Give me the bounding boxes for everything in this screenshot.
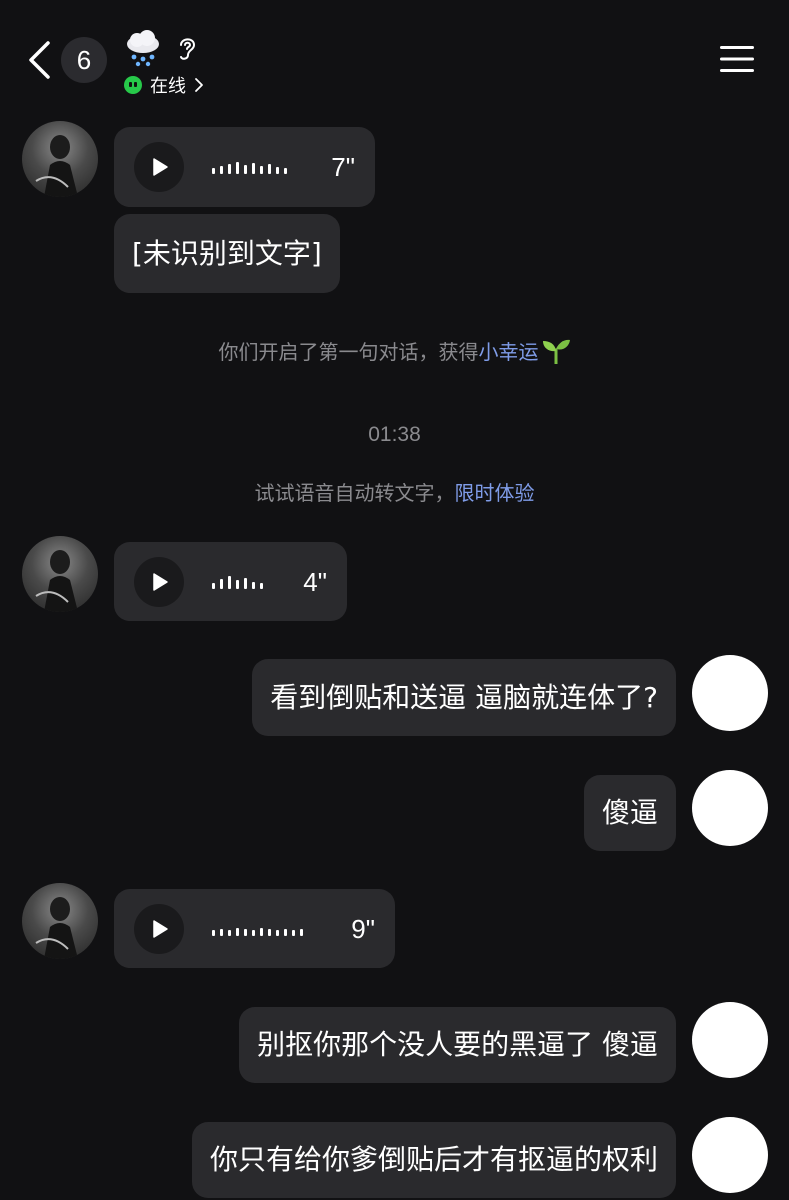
avatar-photo <box>35 550 78 612</box>
voice-waveform <box>212 160 292 174</box>
message-text: 傻逼 <box>601 796 658 829</box>
play-icon <box>153 158 168 176</box>
contact-avatar[interactable] <box>22 121 98 197</box>
voice-message[interactable]: 9" <box>114 889 395 968</box>
weather-snow-cloud-icon <box>127 30 159 67</box>
avatar-photo <box>35 135 78 197</box>
message-text: [未识别到文字] <box>132 236 322 270</box>
message-bubble[interactable]: [未识别到文字] <box>114 214 340 293</box>
ear-icon[interactable] <box>176 35 198 61</box>
voice-message[interactable]: 7" <box>114 127 375 207</box>
system-note-voice-to-text: 试试语音自动转文字，限时体验 <box>0 477 789 506</box>
contact-avatar[interactable] <box>22 883 98 959</box>
online-status-label: 在线 <box>150 76 186 97</box>
voice-duration: 4" <box>303 566 327 597</box>
back-icon[interactable] <box>26 40 54 80</box>
system-note-text: 你们开启了第一句对话，获得 <box>218 340 479 364</box>
chevron-right-icon <box>195 78 203 92</box>
system-note-first-chat: 你们开启了第一句对话，获得小幸运 <box>0 336 789 366</box>
play-icon <box>153 919 168 938</box>
self-avatar[interactable] <box>692 655 768 731</box>
avatar-photo <box>35 897 78 959</box>
message-text: 别抠你那个没人要的黑逼了 傻逼 <box>257 1028 658 1061</box>
self-avatar[interactable] <box>692 770 768 846</box>
message-text: 看到倒贴和送逼 逼脑就连体了? <box>270 680 658 714</box>
message-bubble[interactable]: 看到倒贴和送逼 逼脑就连体了? <box>252 659 676 736</box>
timestamp: 01:38 <box>368 423 421 446</box>
voice-waveform <box>212 575 268 589</box>
voice-message[interactable]: 4" <box>114 542 347 621</box>
voice-waveform <box>212 922 308 936</box>
online-dot-icon <box>124 76 142 94</box>
sprout-icon <box>542 339 570 366</box>
self-avatar[interactable] <box>692 1117 768 1193</box>
play-button[interactable] <box>134 903 184 954</box>
trial-link[interactable]: 限时体验 <box>455 481 535 505</box>
voice-duration: 7" <box>331 152 355 182</box>
self-avatar[interactable] <box>692 1002 768 1078</box>
message-bubble[interactable]: 你只有给你爹倒贴后才有抠逼的权利 <box>191 1122 676 1198</box>
play-button[interactable] <box>134 556 184 607</box>
contact-avatar[interactable] <box>22 536 98 612</box>
unread-count-badge[interactable]: 6 <box>61 37 107 83</box>
message-bubble[interactable]: 傻逼 <box>583 775 676 851</box>
play-icon <box>153 572 168 591</box>
message-text: 你只有给你爹倒贴后才有抠逼的权利 <box>209 1143 658 1176</box>
voice-duration: 9" <box>351 913 375 944</box>
lucky-link[interactable]: 小幸运 <box>479 340 539 364</box>
chat-screen: 6 在线 7" [未识别到文字] 你们开启了第一句对话，获得小幸运 01:38 … <box>0 0 789 1200</box>
play-button[interactable] <box>134 142 184 192</box>
menu-icon[interactable] <box>720 44 754 74</box>
online-status[interactable]: 在线 <box>124 73 204 97</box>
message-bubble[interactable]: 别抠你那个没人要的黑逼了 傻逼 <box>239 1007 676 1083</box>
system-note-text: 试试语音自动转文字， <box>254 481 455 505</box>
